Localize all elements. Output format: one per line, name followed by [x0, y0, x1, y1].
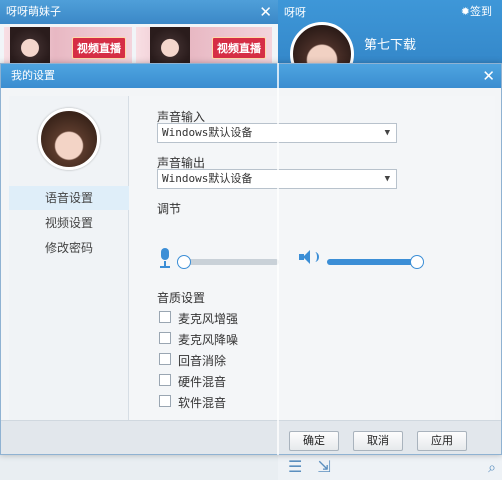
live-badge: 视频直播: [212, 37, 266, 59]
streamer-avatar: [150, 27, 190, 65]
settings-nav: 语音设置 视频设置 修改密码: [9, 186, 129, 261]
window-divider: [277, 63, 279, 455]
right-window-title: 呀呀: [284, 6, 306, 19]
close-icon[interactable]: ✕: [482, 64, 495, 88]
bottom-toolbar: ☰ ⇲: [288, 457, 341, 476]
dropdown-arrow-icon: ▼: [384, 128, 390, 138]
dialog-title: 我的设置: [11, 69, 55, 82]
sun-icon: ✹: [460, 5, 470, 18]
nav-item-video-settings[interactable]: 视频设置: [9, 211, 129, 235]
dialog-footer: 确定 取消 应用: [1, 420, 501, 454]
cancel-button[interactable]: 取消: [353, 431, 403, 451]
apply-button[interactable]: 应用: [417, 431, 467, 451]
voice-settings-panel: 声音输入 Windows默认设备 ▼ 声音输出 Windows默认设备 ▼ 调节…: [129, 96, 495, 420]
settings-sidebar: 语音设置 视频设置 修改密码: [9, 96, 129, 420]
ok-button[interactable]: 确定: [289, 431, 339, 451]
nav-item-voice-settings[interactable]: 语音设置: [9, 186, 129, 210]
slider-handle[interactable]: [410, 255, 425, 269]
dialog-titlebar: 我的设置 ✕: [1, 64, 501, 88]
mic-volume-slider[interactable]: [177, 255, 279, 269]
nav-item-change-password[interactable]: 修改密码: [9, 236, 129, 260]
sign-in-button[interactable]: ✹签到: [461, 3, 492, 19]
resize-arrow-icon[interactable]: ⇲: [317, 457, 330, 476]
avatar: [38, 108, 100, 170]
close-icon[interactable]: ✕: [259, 0, 272, 24]
live-thumbnail[interactable]: 视频直播: [136, 27, 272, 65]
dropdown-arrow-icon: ▼: [384, 174, 390, 184]
settings-dialog: 我的设置 ✕ 语音设置 视频设置 修改密码 声音输入 Windows默认设备 ▼…: [0, 63, 502, 455]
username: 第七下载: [364, 38, 417, 53]
search-icon[interactable]: ⌕: [488, 460, 496, 476]
live-badge: 视频直播: [72, 37, 126, 59]
speaker-icon: [299, 249, 319, 265]
left-window-titlebar: 呀呀萌妹子 ✕: [0, 0, 278, 24]
left-window-title: 呀呀萌妹子: [6, 5, 61, 18]
live-thumbnail[interactable]: 视频直播: [4, 27, 132, 65]
adjust-label: 调节: [157, 202, 182, 216]
menu-icon[interactable]: ☰: [288, 457, 302, 476]
quality-label: 音质设置: [157, 291, 206, 305]
microphone-icon: [159, 248, 171, 268]
speaker-volume-slider[interactable]: [327, 255, 425, 269]
slider-handle[interactable]: [177, 255, 191, 269]
streamer-avatar: [10, 27, 50, 65]
